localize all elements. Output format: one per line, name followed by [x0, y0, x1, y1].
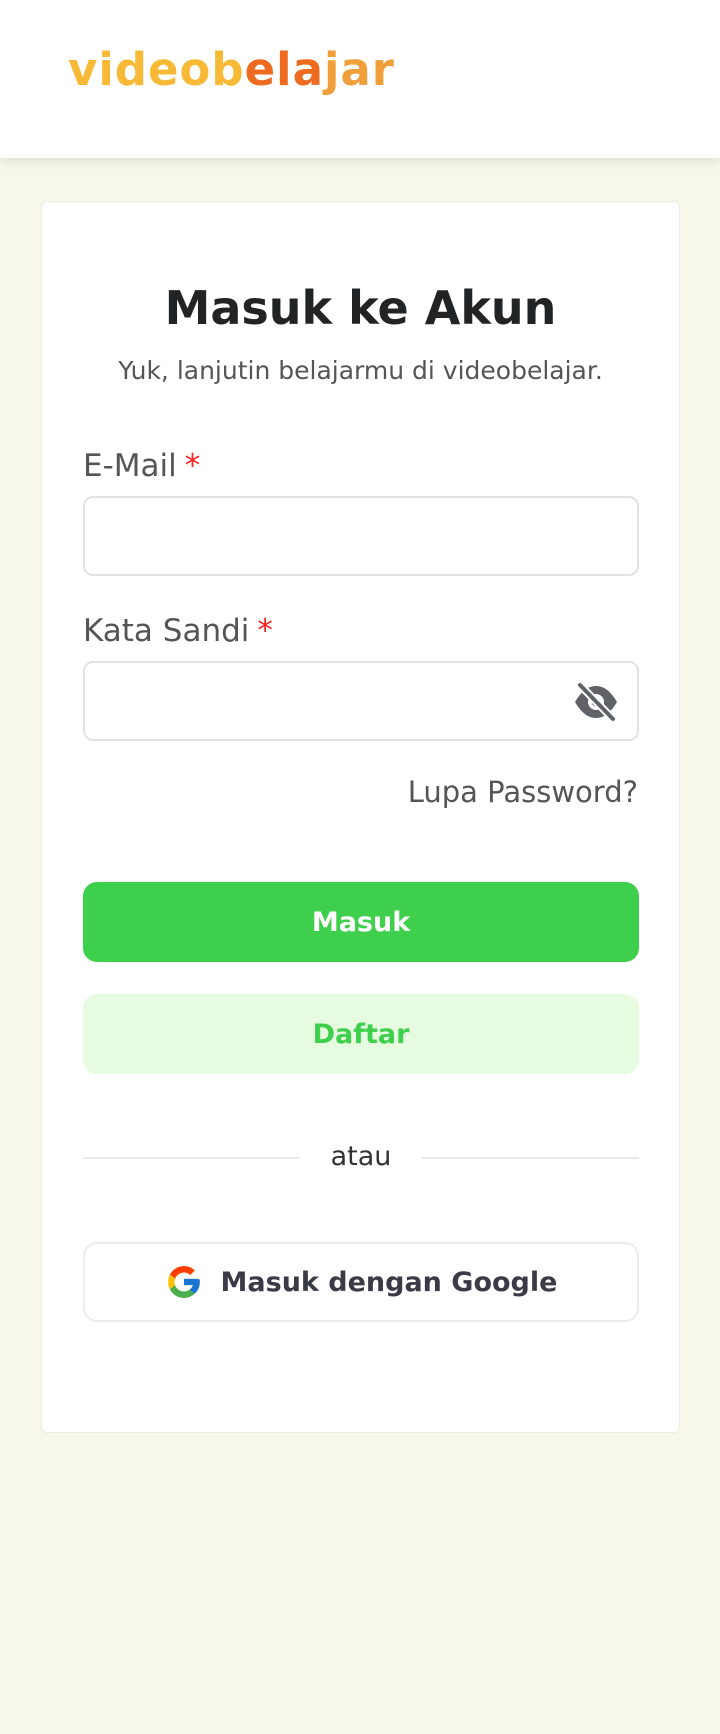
login-button[interactable]: Masuk	[83, 882, 639, 962]
top-header: videobelajar	[0, 0, 720, 158]
forgot-password-link[interactable]: Lupa Password?	[408, 772, 638, 812]
password-field[interactable]	[103, 663, 563, 739]
email-label-text: E-Mail	[83, 448, 177, 484]
page-title: Masuk ke Akun	[164, 281, 557, 335]
logo-text-part-1: videob	[68, 43, 245, 96]
email-required-mark: *	[184, 448, 201, 484]
google-login-button[interactable]: Masuk dengan Google	[83, 1242, 639, 1322]
divider-line-right	[422, 1157, 639, 1159]
password-label-text: Kata Sandi	[83, 613, 250, 649]
password-required-mark: *	[257, 613, 273, 649]
email-label: E-Mail *	[83, 446, 200, 486]
register-button[interactable]: Daftar	[83, 994, 639, 1074]
password-label: Kata Sandi *	[83, 611, 273, 651]
logo[interactable]: videobelajar	[68, 40, 395, 100]
page-subtitle: Yuk, lanjutin belajarmu di videobelajar.	[118, 356, 603, 385]
login-card: Masuk ke Akun Yuk, lanjutin belajarmu di…	[41, 201, 680, 1433]
email-field-box	[83, 496, 639, 576]
google-icon	[167, 1266, 200, 1298]
email-field[interactable]	[103, 498, 563, 574]
google-login-label: Masuk dengan Google	[220, 1266, 558, 1298]
logo-text-part-3: jar	[323, 43, 395, 96]
password-field-box	[83, 661, 639, 741]
or-divider: atau	[83, 1137, 639, 1177]
logo-text-part-2: ela	[244, 43, 324, 96]
eye-off-icon[interactable]	[573, 682, 619, 722]
